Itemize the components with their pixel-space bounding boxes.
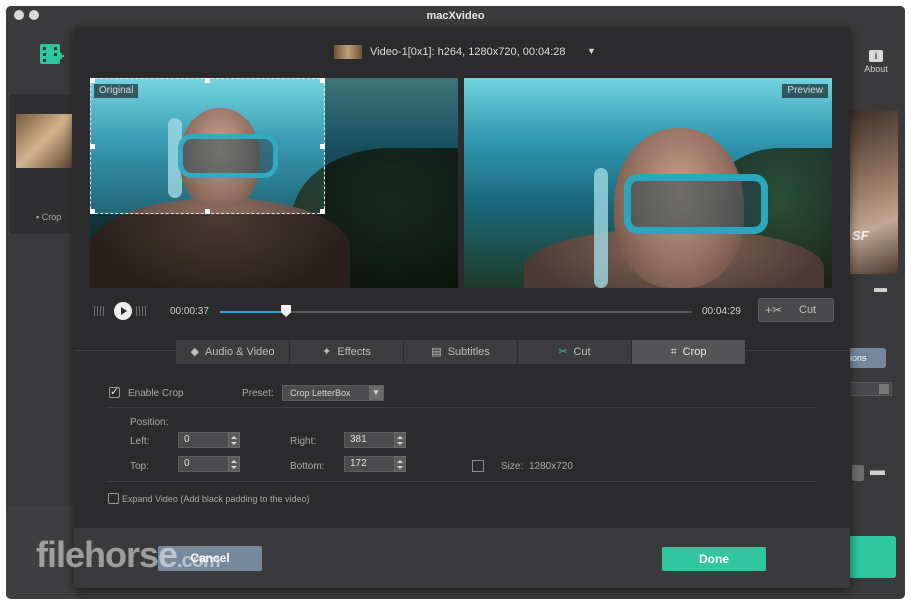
top-stepper[interactable] xyxy=(228,456,240,472)
output-folder-icon[interactable]: ▬ xyxy=(870,462,885,479)
chevron-down-icon[interactable]: ▼ xyxy=(587,46,596,56)
scissors-icon: ✂ xyxy=(558,346,568,358)
bottom-label: Bottom: xyxy=(290,461,325,472)
timeline-thumb[interactable] xyxy=(281,305,292,317)
close-window-button[interactable] xyxy=(14,10,24,20)
crop-handle[interactable] xyxy=(90,209,95,214)
folder-icon[interactable]: ▬ xyxy=(874,280,887,295)
about-label: About xyxy=(864,64,888,74)
tab-cut[interactable]: ✂ Cut xyxy=(518,340,632,364)
grip-icon xyxy=(94,306,106,316)
crop-handle[interactable] xyxy=(320,144,325,149)
grip-icon xyxy=(136,306,148,316)
about-button[interactable]: i About xyxy=(856,50,896,74)
left-label: Left: xyxy=(130,436,150,447)
position-label: Position: xyxy=(130,417,169,428)
size-label: Size: xyxy=(501,461,524,472)
expand-video-label: Expand Video (Add black padding to the v… xyxy=(122,494,310,504)
timeline-progress xyxy=(220,311,287,313)
edit-dialog: Video-1[0x1]: h264, 1280x720, 00:04:28 ▼… xyxy=(74,28,850,588)
background-select[interactable] xyxy=(846,382,892,396)
total-time: 00:04:29 xyxy=(702,306,741,317)
scissors-icon: +✂ xyxy=(765,303,783,317)
tab-crop[interactable]: ⌗ Crop xyxy=(632,340,746,364)
tab-subtitles[interactable]: ▤ Subtitles xyxy=(404,340,518,364)
title-bar: macXvideo xyxy=(6,6,905,24)
right-stepper[interactable] xyxy=(394,432,406,448)
chevron-down-icon: ▼ xyxy=(369,386,383,400)
size-value: 1280x720 xyxy=(529,461,573,472)
background-stepper[interactable] xyxy=(852,465,864,481)
crop-options: Enable Crop Preset: Crop LetterBox ▼ Pos… xyxy=(98,378,818,518)
video-selector[interactable]: Video-1[0x1]: h264, 1280x720, 00:04:28 ▼ xyxy=(74,28,850,76)
preset-label: Preset: xyxy=(242,388,274,399)
background-thumbnail-right: SF xyxy=(844,110,898,274)
background-crop-label: ▪ Crop xyxy=(36,212,62,222)
original-label: Original xyxy=(94,84,139,98)
bottom-stepper[interactable] xyxy=(394,456,406,472)
audio-video-icon: ◆ xyxy=(190,346,199,358)
timeline-slider[interactable] xyxy=(220,305,692,317)
app-logo-icon xyxy=(40,44,64,64)
original-video-view[interactable]: Original xyxy=(90,78,458,288)
video-info-label: Video-1[0x1]: h264, 1280x720, 00:04:28 xyxy=(370,46,566,58)
playback-bar: 00:00:37 00:04:29 +✂ Cut xyxy=(90,296,834,326)
crop-handle[interactable] xyxy=(90,144,95,149)
done-button[interactable]: Done xyxy=(662,547,766,571)
current-time: 00:00:37 xyxy=(170,306,209,317)
app-window: macXvideo i About ▪ Crop SF ▬ ions ▬ Vid… xyxy=(6,6,905,599)
divider xyxy=(106,407,816,408)
cut-button-label: Cut xyxy=(799,304,817,316)
tab-effects[interactable]: ✦ Effects xyxy=(290,340,404,364)
crop-handle[interactable] xyxy=(320,78,325,83)
video-thumbnail xyxy=(334,45,362,59)
right-label: Right: xyxy=(290,436,317,447)
info-icon: i xyxy=(869,50,883,62)
tab-audio-video[interactable]: ◆ Audio & Video xyxy=(176,340,290,364)
crop-icon: ⌗ xyxy=(670,346,677,358)
background-run-button[interactable] xyxy=(846,536,896,578)
keyboard-icon: ▤ xyxy=(431,346,442,358)
top-label: Top: xyxy=(130,461,149,472)
preset-select[interactable]: Crop LetterBox ▼ xyxy=(282,385,384,401)
enable-crop-checkbox[interactable] xyxy=(109,385,120,398)
magic-wand-icon: ✦ xyxy=(322,346,332,358)
cut-button[interactable]: +✂ Cut xyxy=(758,298,834,322)
crop-handle[interactable] xyxy=(205,78,210,83)
edit-tabs: ◆ Audio & Video ✦ Effects ▤ Subtitles ✂ Cut … xyxy=(176,340,748,364)
window-title: macXvideo xyxy=(426,10,485,22)
divider xyxy=(106,481,816,482)
enable-crop-label: Enable Crop xyxy=(128,388,184,399)
watermark-logo: filehorse.com xyxy=(36,534,221,575)
preview-video-view: Preview xyxy=(464,78,832,288)
left-stepper[interactable] xyxy=(228,432,240,448)
minimize-window-button[interactable] xyxy=(29,10,39,20)
crop-selection-box[interactable] xyxy=(90,78,325,214)
play-button[interactable] xyxy=(114,302,132,320)
resize-icon xyxy=(472,460,484,472)
crop-handle[interactable] xyxy=(90,78,95,83)
expand-video-checkbox[interactable] xyxy=(108,493,119,504)
background-thumbnail-left xyxy=(16,114,72,168)
preview-label: Preview xyxy=(782,84,828,98)
crop-handle[interactable] xyxy=(320,209,325,214)
crop-handle[interactable] xyxy=(205,209,210,214)
